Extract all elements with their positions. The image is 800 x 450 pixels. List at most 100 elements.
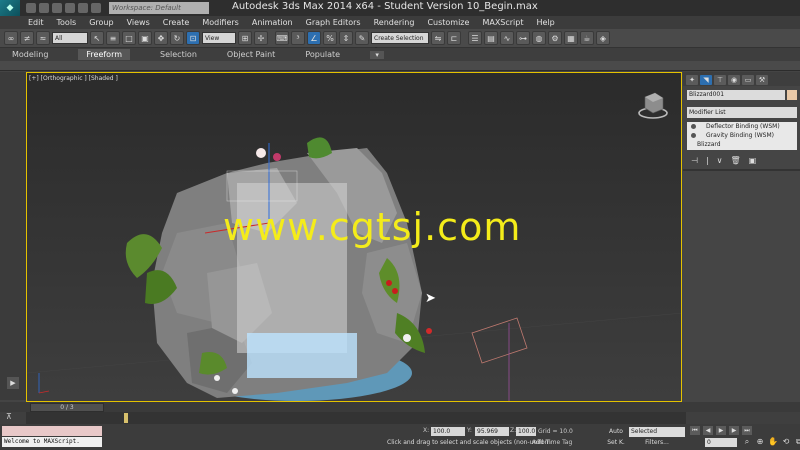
modifier-stack-base[interactable]: Blizzard — [687, 140, 797, 149]
display-tab-icon[interactable]: ▭ — [742, 75, 754, 85]
menu-tools[interactable]: Tools — [57, 18, 77, 27]
tab-modeling[interactable]: Modeling — [12, 50, 48, 59]
tab-populate[interactable]: Populate — [305, 50, 340, 59]
pin-stack-icon[interactable]: ⊣ — [691, 156, 698, 165]
modify-tab-icon[interactable]: ◥ — [700, 75, 712, 85]
tab-object-paint[interactable]: Object Paint — [227, 50, 275, 59]
save-file-icon[interactable] — [52, 3, 62, 13]
material-editor-icon[interactable]: ◍ — [532, 31, 546, 45]
bind-space-warp-icon[interactable]: ≈ — [36, 31, 50, 45]
menu-animation[interactable]: Animation — [252, 18, 293, 27]
utilities-tab-icon[interactable]: ⚒ — [756, 75, 768, 85]
curve-editor-icon[interactable]: ∿ — [500, 31, 514, 45]
expand-arrow-icon[interactable]: ▶ — [7, 377, 19, 389]
ribbon-minimize-icon[interactable]: ▾ — [370, 50, 385, 59]
hierarchy-tab-icon[interactable]: ⊤ — [714, 75, 726, 85]
menu-graph-editors[interactable]: Graph Editors — [306, 18, 361, 27]
select-scale-icon[interactable]: ⊡ — [186, 31, 200, 45]
select-manipulate-icon[interactable]: ✢ — [254, 31, 268, 45]
add-time-tag[interactable]: Add Time Tag — [532, 439, 572, 446]
time-slider[interactable]: 0 / 3 — [30, 403, 104, 412]
remove-modifier-icon[interactable]: 🗑 — [731, 156, 741, 165]
auto-key-button[interactable]: Auto — [606, 427, 626, 437]
modifier-stack-item[interactable]: Gravity Binding (WSM) — [687, 131, 797, 140]
menu-rendering[interactable]: Rendering — [374, 18, 415, 27]
named-selection-dropdown[interactable]: Create Selection Se — [371, 32, 429, 54]
window-crossing-icon[interactable]: ▣ — [138, 31, 152, 45]
spinner-snap-icon[interactable]: ⇕ — [339, 31, 353, 45]
menu-modifiers[interactable]: Modifiers — [202, 18, 239, 27]
snaps-toggle-icon[interactable]: ³ — [291, 31, 305, 45]
go-to-start-icon[interactable]: ⏮ — [690, 426, 700, 435]
menu-views[interactable]: Views — [127, 18, 150, 27]
modifier-stack-item[interactable]: Deflector Binding (WSM) — [687, 122, 797, 131]
menu-edit[interactable]: Edit — [28, 18, 44, 27]
graphite-ribbon-icon[interactable]: ▤ — [484, 31, 498, 45]
selection-filter-dropdown[interactable]: All — [52, 32, 88, 44]
menu-create[interactable]: Create — [163, 18, 190, 27]
previous-frame-icon[interactable]: ◀ — [703, 426, 713, 435]
go-to-end-icon[interactable]: ⏭ — [742, 426, 752, 435]
project-folder-icon[interactable] — [91, 3, 101, 13]
lightbulb-icon[interactable] — [691, 133, 696, 138]
new-file-icon[interactable] — [26, 3, 36, 13]
angle-snap-icon[interactable]: ∠ — [307, 31, 321, 45]
mirror-icon[interactable]: ⇋ — [431, 31, 445, 45]
keyboard-shortcut-icon[interactable]: ⌨ — [275, 31, 289, 45]
keyframe-marker[interactable] — [124, 413, 128, 423]
viewport-orthographic[interactable]: [+] [Orthographic ] [Shaded ] www.cgtsj.… — [26, 72, 682, 402]
set-key-button[interactable]: Set K. — [606, 438, 626, 448]
menu-help[interactable]: Help — [537, 18, 555, 27]
redo-icon[interactable] — [78, 3, 88, 13]
tab-freeform[interactable]: Freeform — [78, 49, 131, 60]
create-tab-icon[interactable]: ✦ — [686, 75, 698, 85]
next-frame-icon[interactable]: ▶ — [729, 426, 739, 435]
mini-curve-editor-icon[interactable]: ⊼ — [6, 412, 22, 424]
y-coord-field[interactable]: 95.969 — [475, 427, 509, 436]
render-setup-icon[interactable]: ⚙ — [548, 31, 562, 45]
menu-group[interactable]: Group — [89, 18, 113, 27]
maxscript-mini-listener[interactable]: Welcome to MAXScript. — [2, 437, 102, 447]
zoom-icon[interactable]: ⌕ — [742, 437, 752, 447]
menu-maxscript[interactable]: MAXScript — [482, 18, 523, 27]
percent-snap-icon[interactable]: % — [323, 31, 337, 45]
open-file-icon[interactable] — [39, 3, 49, 13]
pivot-center-icon[interactable]: ⊞ — [238, 31, 252, 45]
pan-icon[interactable]: ✋ — [768, 437, 778, 447]
rectangular-selection-icon[interactable]: □ — [122, 31, 136, 45]
select-by-name-icon[interactable]: ≡ — [106, 31, 120, 45]
object-color-swatch[interactable] — [787, 90, 797, 100]
make-unique-icon[interactable]: ∨ — [717, 156, 723, 165]
tab-selection[interactable]: Selection — [160, 50, 197, 59]
render-iterative-icon[interactable]: ◈ — [596, 31, 610, 45]
x-coord-field[interactable]: 100.0 — [431, 427, 465, 436]
select-rotate-icon[interactable]: ↻ — [170, 31, 184, 45]
key-filters-button[interactable]: Filters... — [629, 438, 685, 448]
schematic-view-icon[interactable]: ⊶ — [516, 31, 530, 45]
show-end-result-icon[interactable]: | — [706, 156, 709, 165]
render-production-icon[interactable]: ☕ — [580, 31, 594, 45]
unlink-icon[interactable]: ≠ — [20, 31, 34, 45]
menu-customize[interactable]: Customize — [427, 18, 469, 27]
lightbulb-icon[interactable] — [691, 124, 696, 129]
modifier-list-dropdown[interactable]: Modifier List — [687, 107, 797, 118]
rendered-frame-window-icon[interactable]: ▦ — [564, 31, 578, 45]
play-icon[interactable]: ▶ — [716, 426, 726, 435]
current-frame-field[interactable]: 0 — [705, 438, 737, 447]
undo-icon[interactable] — [65, 3, 75, 13]
configure-sets-icon[interactable]: ▣ — [749, 156, 757, 165]
link-icon[interactable]: ∞ — [4, 31, 18, 45]
workspace-dropdown[interactable]: Workspace: Default — [109, 2, 209, 14]
layer-manager-icon[interactable]: ☰ — [468, 31, 482, 45]
motion-tab-icon[interactable]: ◉ — [728, 75, 740, 85]
orbit-icon[interactable]: ⟲ — [781, 437, 791, 447]
select-move-icon[interactable]: ✥ — [154, 31, 168, 45]
object-name-field[interactable]: Blizzard001 — [687, 90, 785, 100]
app-logo-icon[interactable]: ◆ — [0, 0, 20, 16]
edit-named-selection-icon[interactable]: ✎ — [355, 31, 369, 45]
maximize-viewport-icon[interactable]: ⧉ — [794, 437, 800, 447]
zoom-all-icon[interactable]: ⊕ — [755, 437, 765, 447]
viewport-label[interactable]: [+] [Orthographic ] [Shaded ] — [29, 75, 118, 82]
viewcube-icon[interactable] — [635, 89, 671, 121]
reference-coordinate-dropdown[interactable]: View — [202, 32, 236, 44]
